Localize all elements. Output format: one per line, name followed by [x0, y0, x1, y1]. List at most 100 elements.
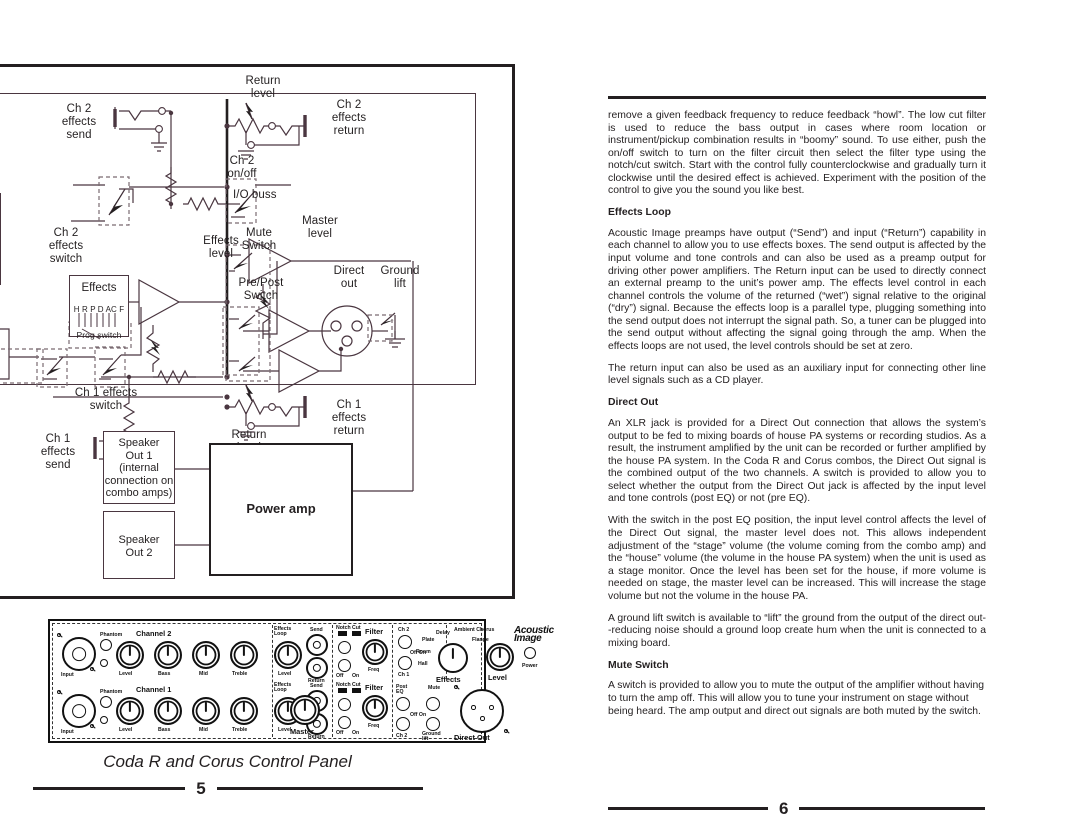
channel-2-bass-label: Bass: [158, 671, 171, 677]
channel-2-effects-loop-label: Effects Loop: [274, 626, 292, 637]
effects-ch1-label: Ch 1: [398, 672, 410, 678]
channel-2-level-knob[interactable]: [116, 641, 144, 669]
channel-1-effects-loop-label: Effects Loop: [274, 682, 292, 693]
left-page: Effects H R P D AC F Prog switch er h Fr…: [0, 64, 554, 804]
channel-1-phantom-label: Phantom: [100, 689, 123, 695]
channel-1-screw-top: [57, 690, 61, 694]
block-diagram-frame: Effects H R P D AC F Prog switch er h Fr…: [0, 64, 515, 599]
channel-2-aux-jack[interactable]: [100, 659, 108, 667]
filter-off-label-ch1: Off: [336, 730, 344, 736]
filter-notch-switch-ch1[interactable]: [338, 688, 347, 693]
master-ch2-label: Ch 2: [396, 733, 408, 739]
xlr-pin-1: [471, 705, 476, 710]
ch2-direct-jack[interactable]: [396, 717, 410, 731]
mute-label: Mute: [428, 685, 441, 691]
channel-2-input-jack[interactable]: [62, 637, 96, 671]
direct-out-xlr-jack[interactable]: [460, 689, 504, 733]
effects-program-plate: Plate: [422, 637, 435, 643]
body-paragraph: remove a given feedback frequency to red…: [608, 110, 986, 197]
effects-title: Effects: [436, 675, 461, 684]
right-page-body: remove a given feedback frequency to red…: [608, 110, 986, 728]
channel-2-effects-level-knob[interactable]: [274, 641, 302, 669]
page-number-right: 6: [779, 799, 789, 818]
filter-notch-jack-ch1[interactable]: [338, 698, 351, 711]
effects-output-level-knob[interactable]: [486, 643, 514, 671]
master-offon-label: Off On: [410, 712, 427, 718]
filter-notch-label-ch1: Notch: [336, 682, 351, 688]
channel-1-bass-knob[interactable]: [154, 697, 182, 725]
figure-caption: Coda R and Corus Control Panel: [103, 752, 352, 771]
channel-2-mid-label: Mid: [199, 671, 208, 677]
channel-2-effects-level-label: Level: [278, 671, 292, 677]
filter-notch-switch-ch2[interactable]: [338, 631, 347, 636]
channel-1-treble-knob[interactable]: [230, 697, 258, 725]
filter-notch-jack-ch2[interactable]: [338, 641, 351, 654]
page-number-left: 5: [196, 779, 206, 798]
channel-1-input-jack[interactable]: [62, 694, 96, 728]
effects-program-hall: Hall: [418, 661, 428, 667]
filter-title-ch1: Filter: [365, 683, 384, 692]
effects-selector-knob[interactable]: [438, 643, 468, 673]
panel-divider-filter: [332, 625, 333, 737]
mute-jack[interactable]: [426, 697, 440, 711]
channel-1-level-knob[interactable]: [116, 697, 144, 725]
filter-freq-knob-ch2[interactable]: [362, 639, 388, 665]
effects-ch2-label: Ch 2: [398, 627, 410, 633]
control-panel-image: Channel 2 Input Phantom Level Bass Mid T…: [48, 619, 554, 743]
channel-2-send-label: Send: [310, 627, 323, 633]
footer-rule-left: [33, 786, 186, 791]
channel-1-level-label: Level: [119, 727, 133, 733]
post-eq-label: Post EQ: [396, 684, 408, 695]
direct-out-panel-label: Direct Out: [454, 733, 490, 742]
channel-1-label: Channel 1: [136, 685, 172, 694]
channel-2-level-label: Level: [119, 671, 133, 677]
channel-2-treble-knob[interactable]: [230, 641, 258, 669]
right-page-top-rule: [608, 96, 986, 100]
filter-on-label-ch2: On: [352, 673, 360, 679]
channel-1-bass-label: Bass: [158, 727, 171, 733]
effects-ch1-jack[interactable]: [398, 656, 412, 670]
effects-program-flange: Flange: [472, 637, 489, 643]
filter-cut-jack-ch1[interactable]: [338, 716, 351, 729]
channel-1-mid-knob[interactable]: [192, 697, 220, 725]
filter-cut-label-ch1: Cut: [352, 682, 361, 688]
channel-2-phantom-jack[interactable]: [100, 639, 112, 651]
effects-ch2-jack[interactable]: [398, 635, 412, 649]
ground-lift-jack[interactable]: [426, 717, 440, 731]
channel-2-phantom-label: Phantom: [100, 632, 123, 638]
panel-divider-channel: [392, 625, 393, 737]
channel-2-bass-knob[interactable]: [154, 641, 182, 669]
filter-cut-jack-ch2[interactable]: [338, 659, 351, 672]
panel-inner-dash: [52, 623, 482, 739]
xlr-pin-2: [489, 705, 494, 710]
channel-1-screw-bottom: [90, 724, 94, 728]
channel-2-return-jack[interactable]: [306, 657, 328, 679]
acoustic-image-logo: Acoustic Image: [514, 625, 554, 644]
channel-2-send-jack[interactable]: [306, 634, 328, 656]
channel-1-phantom-jack[interactable]: [100, 696, 112, 708]
filter-offon-label-ch2: Off: [336, 673, 344, 679]
xlr-screw-bottom: [504, 729, 508, 733]
channel-2-label: Channel 2: [136, 629, 172, 638]
master-knob[interactable]: [290, 695, 320, 725]
post-eq-jack[interactable]: [396, 697, 410, 711]
footer-rule-left-6: [608, 806, 768, 811]
panel-divider-effects-loop: [272, 625, 273, 737]
body-paragraph: A switch is provided to allow you to mut…: [608, 680, 985, 717]
channel-1-input-label: Input: [61, 729, 74, 735]
channel-1-send-label: Send: [310, 683, 323, 689]
filter-freq-label-ch1: Freq: [368, 723, 380, 729]
channel-2-screw-bottom: [90, 667, 94, 671]
filter-cut-switch-ch1[interactable]: [352, 688, 361, 693]
manual-spread: Effects H R P D AC F Prog switch er h Fr…: [0, 0, 1080, 834]
channel-2-mid-knob[interactable]: [192, 641, 220, 669]
footer-rule-right-6: [799, 806, 986, 811]
channel-2-screw-top: [57, 633, 61, 637]
channel-1-treble-label: Treble: [232, 727, 248, 733]
filter-cut-switch-ch2[interactable]: [352, 631, 361, 636]
xlr-screw-top: [454, 685, 458, 689]
right-page-footer: 6: [608, 800, 986, 817]
filter-freq-knob-ch1[interactable]: [362, 695, 388, 721]
channel-1-aux-jack[interactable]: [100, 716, 108, 724]
effects-output-level-label: Level: [488, 673, 507, 682]
